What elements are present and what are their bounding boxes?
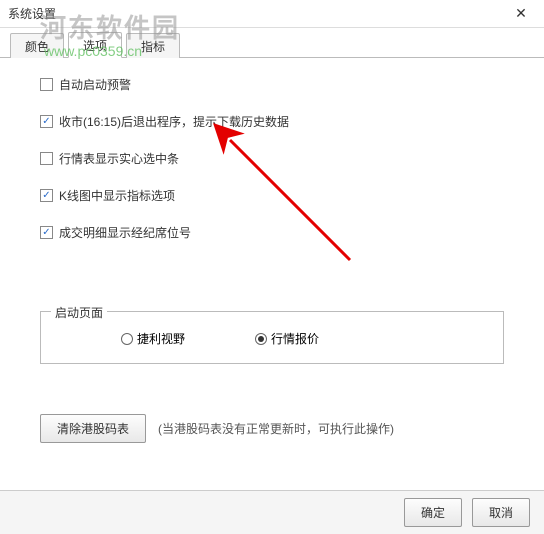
option-show-broker-seat[interactable]: 成交明细显示经纪席位号 bbox=[40, 224, 504, 241]
tab-bar: 颜色 选项 指标 bbox=[0, 28, 544, 58]
title-bar: 系统设置 ✕ bbox=[0, 0, 544, 28]
radio-jieli-view[interactable]: 捷利视野 bbox=[121, 330, 185, 347]
close-icon: ✕ bbox=[515, 5, 527, 22]
cancel-button[interactable]: 取消 bbox=[472, 498, 530, 527]
checkbox-icon[interactable] bbox=[40, 226, 53, 239]
checkbox-icon[interactable] bbox=[40, 78, 53, 91]
radio-icon bbox=[255, 333, 267, 345]
checkbox-label: 收市(16:15)后退出程序，提示下载历史数据 bbox=[59, 113, 289, 130]
close-button[interactable]: ✕ bbox=[506, 4, 536, 24]
tab-indicators[interactable]: 指标 bbox=[126, 33, 180, 58]
clear-hint: (当港股码表没有正常更新时，可执行此操作) bbox=[158, 420, 394, 437]
checkbox-icon[interactable] bbox=[40, 152, 53, 165]
option-close-market-prompt[interactable]: 收市(16:15)后退出程序，提示下载历史数据 bbox=[40, 113, 504, 130]
startup-page-group: 启动页面 捷利视野 行情报价 bbox=[40, 311, 504, 364]
radio-label: 行情报价 bbox=[271, 330, 319, 347]
option-auto-alert[interactable]: 自动启动预警 bbox=[40, 76, 504, 93]
checkbox-icon[interactable] bbox=[40, 115, 53, 128]
checkbox-label: 行情表显示实心选中条 bbox=[59, 150, 179, 167]
checkbox-label: K线图中显示指标选项 bbox=[59, 187, 175, 204]
ok-button[interactable]: 确定 bbox=[404, 498, 462, 527]
clear-codes-row: 清除港股码表 (当港股码表没有正常更新时，可执行此操作) bbox=[40, 414, 504, 443]
group-legend: 启动页面 bbox=[51, 304, 107, 321]
radio-label: 捷利视野 bbox=[137, 330, 185, 347]
tab-content: 自动启动预警 收市(16:15)后退出程序，提示下载历史数据 行情表显示实心选中… bbox=[0, 58, 544, 453]
option-show-kline-indicators[interactable]: K线图中显示指标选项 bbox=[40, 187, 504, 204]
checkbox-icon[interactable] bbox=[40, 189, 53, 202]
tab-color[interactable]: 颜色 bbox=[10, 33, 64, 58]
option-solid-selection[interactable]: 行情表显示实心选中条 bbox=[40, 150, 504, 167]
radio-icon bbox=[121, 333, 133, 345]
radio-market-quote[interactable]: 行情报价 bbox=[255, 330, 319, 347]
clear-hk-codes-button[interactable]: 清除港股码表 bbox=[40, 414, 146, 443]
radio-group: 捷利视野 行情报价 bbox=[61, 330, 483, 347]
dialog-footer: 确定 取消 bbox=[0, 490, 544, 534]
checkbox-label: 成交明细显示经纪席位号 bbox=[59, 224, 191, 241]
tab-options[interactable]: 选项 bbox=[68, 32, 122, 58]
checkbox-label: 自动启动预警 bbox=[59, 76, 131, 93]
window-title: 系统设置 bbox=[8, 5, 56, 22]
